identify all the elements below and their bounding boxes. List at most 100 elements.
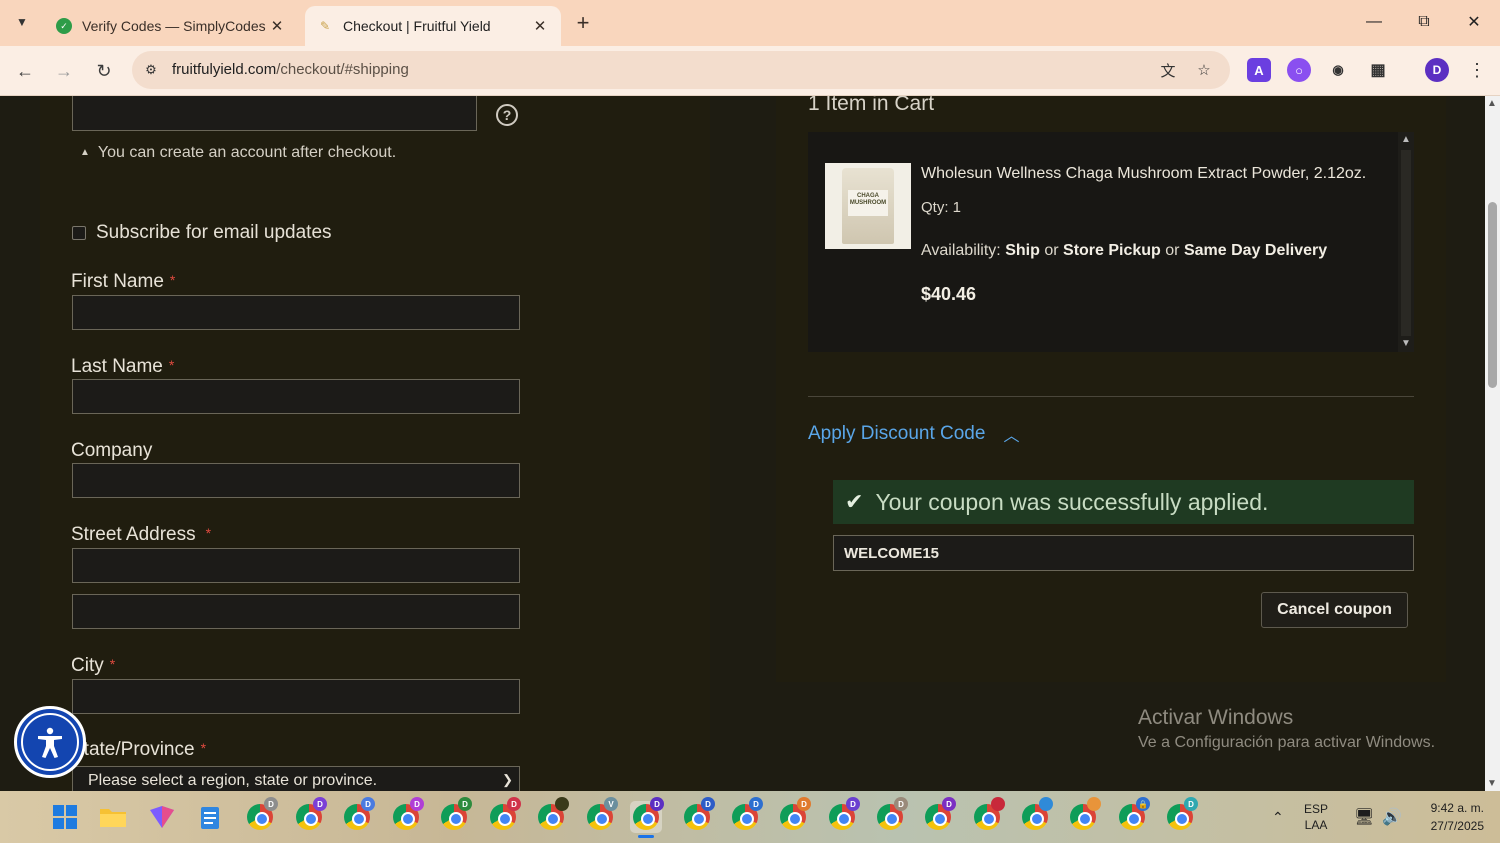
tab-simplycodes[interactable]: ✓ Verify Codes — SimplyCodes ✕ bbox=[44, 6, 298, 46]
extensions-puzzle-icon[interactable]: ▦ bbox=[1366, 58, 1390, 82]
translate-icon[interactable]: 文 bbox=[1157, 59, 1179, 81]
chevron-down-icon: ▼ bbox=[16, 15, 28, 29]
product-image: CHAGA MUSHROOM bbox=[825, 163, 911, 249]
discount-code-input[interactable]: WELCOME15 bbox=[833, 535, 1414, 571]
first-name-label: First Name * bbox=[71, 271, 175, 293]
checkout-page: ? ▲ You can create an account after check… bbox=[0, 96, 1485, 791]
close-tab-icon[interactable]: ✕ bbox=[268, 17, 286, 35]
reload-button[interactable]: ↻ bbox=[89, 56, 119, 86]
file-explorer-icon[interactable] bbox=[97, 801, 129, 833]
restore-button[interactable]: ⧉ bbox=[1406, 8, 1442, 36]
profile-badge bbox=[1087, 797, 1101, 811]
start-button[interactable] bbox=[49, 801, 81, 833]
extension-coupon-icon[interactable]: ○ bbox=[1287, 58, 1311, 82]
language-code: ESP bbox=[1304, 802, 1329, 816]
watermark-title: Activar Windows bbox=[1138, 706, 1294, 729]
notepad-icon[interactable] bbox=[194, 801, 226, 833]
chrome-taskbar-icon[interactable] bbox=[1067, 797, 1101, 833]
coupon-success-message: ✔ Your coupon was successfully applied. bbox=[833, 480, 1414, 524]
tab-search-button[interactable]: ▼ bbox=[8, 8, 36, 36]
chrome-taskbar-icon[interactable]: D bbox=[922, 797, 956, 833]
bookmark-star-icon[interactable]: ☆ bbox=[1193, 59, 1215, 81]
apply-discount-toggle[interactable]: Apply Discount Code ︿ bbox=[808, 422, 1019, 446]
tab-strip: ▼ ✓ Verify Codes — SimplyCodes ✕ ✎ Check… bbox=[0, 0, 1500, 46]
chrome-taskbar-icon[interactable]: D bbox=[341, 797, 375, 833]
forward-arrow-icon: → bbox=[55, 60, 73, 81]
page-scrollbar[interactable]: ▲ ▼ bbox=[1485, 96, 1500, 791]
last-name-input[interactable] bbox=[72, 379, 520, 414]
volume-icon[interactable]: 🔊 bbox=[1382, 791, 1402, 843]
chrome-taskbar-icon-active[interactable]: D bbox=[630, 797, 664, 838]
chrome-taskbar-icon[interactable]: D bbox=[826, 797, 860, 833]
chrome-taskbar-icon[interactable]: 🔒 bbox=[1116, 797, 1150, 833]
cancel-coupon-button[interactable]: Cancel coupon bbox=[1261, 592, 1408, 628]
scroll-up-icon[interactable]: ▲ bbox=[1487, 98, 1497, 109]
new-tab-button[interactable]: + bbox=[570, 10, 596, 36]
state-select[interactable]: Please select a region, state or provinc… bbox=[72, 766, 520, 791]
chrome-taskbar-icon[interactable]: D bbox=[438, 797, 472, 833]
clock[interactable]: 9:42 a. m. 27/7/2025 bbox=[1412, 791, 1484, 843]
chrome-taskbar-icon[interactable]: D bbox=[777, 797, 811, 833]
help-icon[interactable]: ? bbox=[496, 104, 518, 126]
required-mark: * bbox=[168, 357, 175, 373]
caret-up-icon: ▲ bbox=[80, 147, 90, 158]
minimize-button[interactable]: — bbox=[1356, 8, 1392, 36]
accessibility-widget-button[interactable] bbox=[14, 706, 86, 778]
url-text[interactable]: fruitfulyield.com/checkout/#shipping bbox=[172, 61, 409, 78]
chrome-taskbar-icon[interactable]: D bbox=[874, 797, 908, 833]
browser-menu-icon[interactable]: ⋮ bbox=[1465, 58, 1489, 82]
cart-scroll-thumb[interactable] bbox=[1401, 150, 1411, 336]
profile-badge: D bbox=[410, 797, 424, 811]
address-bar[interactable]: ⚙ fruitfulyield.com/checkout/#shipping 文… bbox=[132, 51, 1230, 89]
street-address-line1-input[interactable] bbox=[72, 548, 520, 583]
chrome-taskbar-icon[interactable]: D bbox=[293, 797, 327, 833]
first-name-input[interactable] bbox=[72, 295, 520, 330]
chrome-taskbar-icon[interactable]: D bbox=[1164, 797, 1198, 833]
close-window-button[interactable]: ✕ bbox=[1456, 8, 1492, 36]
profile-avatar[interactable]: D bbox=[1425, 58, 1449, 82]
company-input[interactable] bbox=[72, 463, 520, 498]
site-info-icon[interactable]: ⚙ bbox=[140, 59, 162, 81]
profile-badge: D bbox=[650, 797, 664, 811]
subscribe-checkbox[interactable] bbox=[72, 226, 86, 240]
scroll-up-icon[interactable]: ▲ bbox=[1401, 134, 1411, 145]
availability-or: or bbox=[1165, 242, 1180, 259]
back-button[interactable]: ← bbox=[10, 56, 40, 86]
network-icon[interactable]: 🖥 bbox=[1354, 791, 1374, 843]
language-indicator[interactable]: ESP LAA bbox=[1304, 791, 1328, 843]
profile-badge: D bbox=[846, 797, 860, 811]
forward-button[interactable]: → bbox=[49, 56, 79, 86]
required-mark: * bbox=[205, 525, 212, 541]
profile-badge bbox=[991, 797, 1005, 811]
tray-overflow-icon[interactable]: ⌃ bbox=[1272, 791, 1284, 843]
state-select-value: Please select a region, state or provinc… bbox=[88, 772, 378, 789]
scroll-down-icon[interactable]: ▼ bbox=[1401, 338, 1411, 349]
chrome-taskbar-icon[interactable] bbox=[535, 797, 569, 833]
app-icon[interactable] bbox=[146, 801, 178, 833]
chrome-taskbar-icon[interactable] bbox=[1019, 797, 1053, 833]
clock-date: 27/7/2025 bbox=[1430, 819, 1484, 833]
product-price: $40.46 bbox=[921, 284, 977, 304]
state-label-text: State/Province bbox=[71, 739, 195, 760]
street-address-line2-input[interactable] bbox=[72, 594, 520, 629]
product-name[interactable]: Wholesun Wellness Chaga Mushroom Extract… bbox=[921, 165, 1366, 183]
city-input[interactable] bbox=[72, 679, 520, 714]
email-field[interactable] bbox=[72, 96, 477, 131]
extension-a-icon[interactable]: A bbox=[1247, 58, 1271, 82]
chrome-taskbar-icon[interactable]: V bbox=[584, 797, 618, 833]
tab-checkout[interactable]: ✎ Checkout | Fruitful Yield ✕ bbox=[305, 6, 561, 46]
account-note-text: You can create an account after checkout… bbox=[97, 144, 397, 161]
chrome-taskbar-icon[interactable] bbox=[971, 797, 1005, 833]
chrome-taskbar-icon[interactable]: D bbox=[390, 797, 424, 833]
subscribe-option[interactable]: Subscribe for email updates bbox=[72, 222, 332, 244]
chrome-taskbar-icon[interactable]: D bbox=[681, 797, 715, 833]
close-tab-icon[interactable]: ✕ bbox=[531, 17, 549, 35]
cart-title: 1 Item in Cart bbox=[808, 96, 935, 115]
chrome-taskbar-icon[interactable]: D bbox=[244, 797, 278, 833]
page-scroll-thumb[interactable] bbox=[1488, 202, 1497, 388]
extension-spy-icon[interactable]: ◉ bbox=[1326, 58, 1350, 82]
chrome-taskbar-icon[interactable]: D bbox=[729, 797, 763, 833]
cart-scrollbar[interactable]: ▲ ▼ bbox=[1398, 132, 1414, 352]
scroll-down-icon[interactable]: ▼ bbox=[1487, 778, 1497, 789]
chrome-taskbar-icon[interactable]: D bbox=[487, 797, 521, 833]
